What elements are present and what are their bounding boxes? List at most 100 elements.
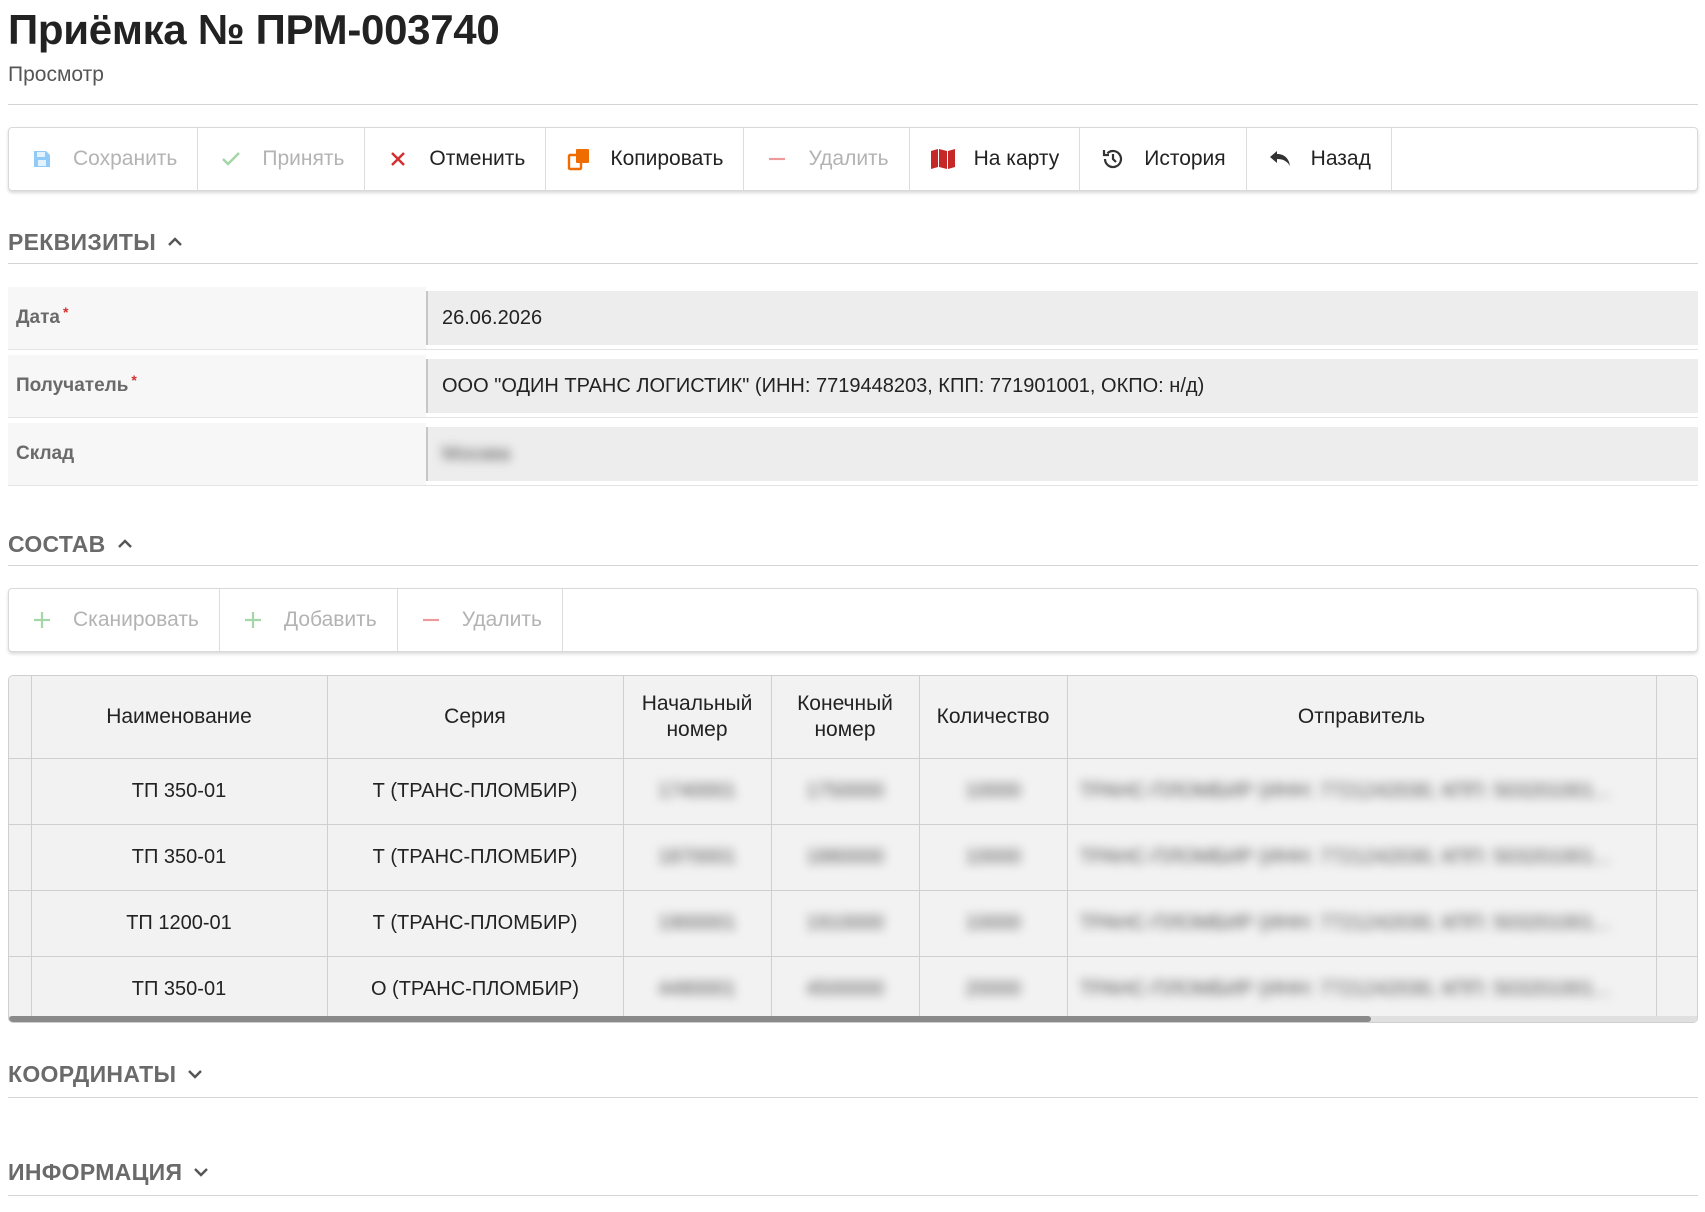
information-section-header[interactable]: ИНФОРМАЦИЯ (8, 1158, 1698, 1186)
cell-start: 1740001 (623, 758, 772, 825)
cell-name: ТП 350-01 (31, 824, 328, 891)
column-header-start[interactable]: Начальный номер (623, 676, 772, 759)
chevron-up-icon (168, 237, 182, 246)
information-heading: ИНФОРМАЦИЯ (8, 1158, 183, 1185)
cell-end: 1910000 (771, 890, 920, 957)
scrollbar-thumb[interactable] (9, 1016, 1371, 1022)
cell-sender-value: ТРАНС-ПЛОМБИР (ИНН: 7721242030, КПП: 503… (1079, 978, 1611, 1000)
cell-end-value: 1880000 (806, 846, 884, 868)
add-item-button[interactable]: Добавить (220, 589, 398, 651)
cell-start-value: 1740001 (658, 780, 736, 802)
coordinates-section-header[interactable]: КООРДИНАТЫ (8, 1060, 1698, 1088)
filler-cell (1656, 890, 1697, 957)
column-header-series[interactable]: Серия (327, 676, 624, 759)
cell-sender-value: ТРАНС-ПЛОМБИР (ИНН: 7721242030, КПП: 503… (1079, 846, 1611, 868)
filler-cell (1656, 758, 1697, 825)
map-label: На карту (973, 147, 1060, 170)
recipient-label-text: Получатель (16, 375, 129, 396)
delete-button[interactable]: Удалить (744, 128, 910, 190)
composition-toolbar: Сканировать Добавить Удалить (8, 588, 1698, 652)
column-header-end[interactable]: Конечный номер (771, 676, 920, 759)
cell-start-value: 4480001 (658, 978, 736, 1000)
floppy-disk-icon (29, 146, 55, 172)
column-header-sender[interactable]: Отправитель (1067, 676, 1657, 759)
cell-quantity-value: 20000 (965, 978, 1021, 1000)
cancel-button[interactable]: Отменить (365, 128, 547, 190)
row-selector[interactable] (9, 758, 32, 825)
map-button[interactable]: На карту (910, 128, 1081, 190)
cell-name: ТП 1200-01 (31, 890, 328, 957)
table-row[interactable]: ТП 350-01 О (ТРАНС-ПЛОМБИР) 4480001 4500… (9, 956, 1697, 1022)
composition-divider (8, 565, 1698, 566)
cell-sender: ТРАНС-ПЛОМБИР (ИНН: 7721242030, КПП: 503… (1067, 758, 1657, 825)
filler-header (1656, 676, 1697, 759)
minus-icon (418, 607, 444, 633)
accept-label: Принять (262, 147, 345, 170)
row-selector[interactable] (9, 824, 32, 891)
row-selector[interactable] (9, 890, 32, 957)
copy-button[interactable]: Копировать (546, 128, 745, 190)
cell-end-value: 1750000 (806, 780, 884, 802)
required-mark: * (62, 304, 69, 320)
table-row[interactable]: ТП 350-01 Т (ТРАНС-ПЛОМБИР) 1870001 1880… (9, 824, 1697, 891)
cell-sender: ТРАНС-ПЛОМБИР (ИНН: 7721242030, КПП: 503… (1067, 824, 1657, 891)
cell-sender: ТРАНС-ПЛОМБИР (ИНН: 7721242030, КПП: 503… (1067, 956, 1657, 1022)
cancel-label: Отменить (429, 147, 526, 170)
cell-series: Т (ТРАНС-ПЛОМБИР) (327, 758, 624, 825)
cell-series: Т (ТРАНС-ПЛОМБИР) (327, 824, 624, 891)
requisites-section-header[interactable]: РЕКВИЗИТЫ (8, 228, 1698, 256)
chevron-down-icon (188, 1070, 203, 1079)
row-selector[interactable] (9, 956, 32, 1022)
cell-quantity-value: 10000 (965, 780, 1021, 802)
table-row[interactable]: ТП 1200-01 Т (ТРАНС-ПЛОМБИР) 1900001 191… (9, 890, 1697, 957)
cell-quantity: 10000 (919, 890, 1068, 957)
cell-end-value: 1910000 (806, 912, 884, 934)
page: Приёмка № ПРМ-003740 Просмотр Сохранить … (8, 0, 1698, 1196)
warehouse-field[interactable]: Москва (426, 427, 1698, 481)
required-mark: * (131, 372, 137, 388)
chevron-down-icon (194, 1168, 209, 1177)
composition-section-header[interactable]: СОСТАВ (8, 530, 1698, 558)
horizontal-scrollbar[interactable] (9, 1016, 1697, 1022)
cell-start-value: 1900001 (658, 912, 736, 934)
cell-start-value: 1870001 (658, 846, 736, 868)
delete-item-button[interactable]: Удалить (398, 589, 563, 651)
table-row[interactable]: ТП 350-01 Т (ТРАНС-ПЛОМБИР) 1740001 1750… (9, 758, 1697, 825)
column-header-quantity[interactable]: Количество (919, 676, 1068, 759)
cell-end-value: 4500000 (806, 978, 884, 1000)
cell-series: О (ТРАНС-ПЛОМБИР) (327, 956, 624, 1022)
plus-icon (240, 607, 266, 633)
title-divider (8, 104, 1698, 105)
recipient-value: ООО "ОДИН ТРАНС ЛОГИСТИК" (ИНН: 77194482… (442, 374, 1205, 397)
column-header-name[interactable]: Наименование (31, 676, 328, 759)
cell-start: 1900001 (623, 890, 772, 957)
main-toolbar: Сохранить Принять Отменить Копировать Уд… (8, 127, 1698, 191)
save-button[interactable]: Сохранить (9, 128, 199, 190)
back-button[interactable]: Назад (1247, 128, 1392, 190)
table-header-row: Наименование Серия Начальный номер Конеч… (9, 676, 1697, 759)
cell-name: ТП 350-01 (31, 956, 328, 1022)
accept-button[interactable]: Принять (198, 128, 366, 190)
cell-sender: ТРАНС-ПЛОМБИР (ИНН: 7721242030, КПП: 503… (1067, 890, 1657, 957)
recipient-field[interactable]: ООО "ОДИН ТРАНС ЛОГИСТИК" (ИНН: 77194482… (426, 359, 1698, 413)
requisites-divider (8, 263, 1698, 264)
cell-name: ТП 350-01 (31, 758, 328, 825)
date-row: Дата * 26.06.2026 (8, 287, 1698, 350)
save-label: Сохранить (73, 147, 178, 170)
date-label: Дата * (8, 287, 426, 349)
coordinates-divider (8, 1097, 1698, 1098)
cell-quantity: 10000 (919, 758, 1068, 825)
warehouse-value: Москва (442, 442, 511, 465)
back-label: Назад (1310, 147, 1371, 170)
date-label-text: Дата (16, 307, 60, 328)
date-field[interactable]: 26.06.2026 (426, 291, 1698, 345)
chevron-up-icon (117, 539, 132, 548)
cell-quantity: 10000 (919, 824, 1068, 891)
history-button[interactable]: История (1080, 128, 1247, 190)
delete-label: Удалить (808, 147, 889, 170)
scan-button[interactable]: Сканировать (9, 589, 220, 651)
history-label: История (1144, 147, 1226, 170)
cell-quantity-value: 10000 (965, 912, 1021, 934)
copy-icon (566, 146, 592, 172)
check-icon (218, 146, 244, 172)
